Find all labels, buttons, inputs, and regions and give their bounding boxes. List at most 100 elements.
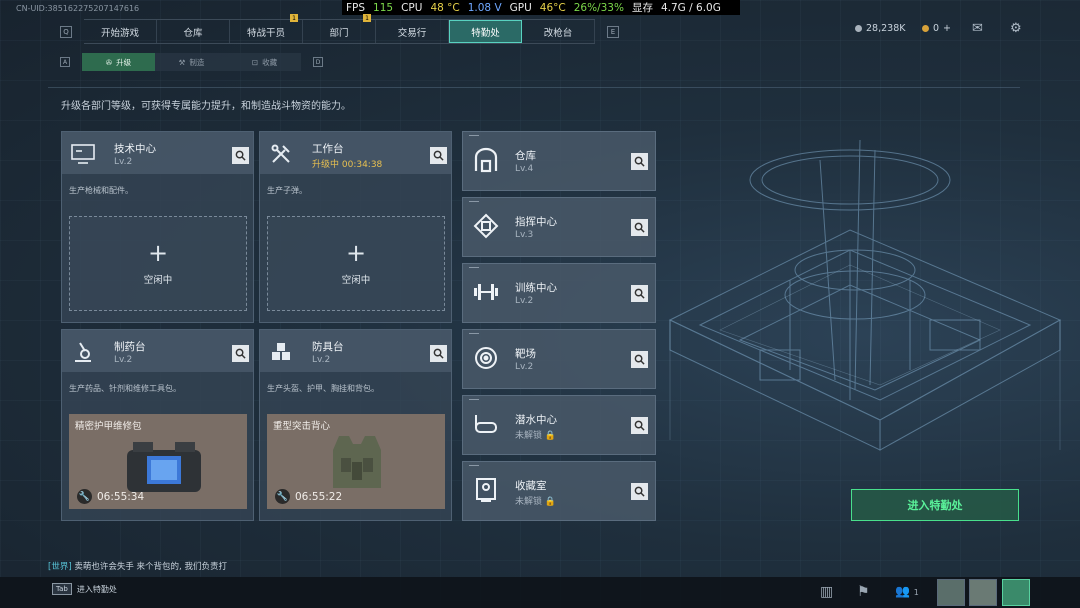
avatar[interactable] [969,579,997,606]
facility-item-collection-room[interactable]: 收藏室 未解锁 🔒 [462,461,656,521]
subnav-next-key[interactable]: D [313,57,323,67]
subtab-label: 升级 [116,57,132,67]
tab-warehouse[interactable]: 仓库 [157,20,230,43]
plus-icon: + [147,238,169,267]
enter-special-ops-button[interactable]: 进入特勤处 [851,489,1019,521]
tab-label: 改枪台 [543,27,573,39]
facility-level: Lv.3 [515,230,534,240]
subnav-prev-key[interactable]: A [60,57,70,67]
inspect-button[interactable] [631,285,648,302]
tab-departments[interactable]: 部门 1 [303,14,376,43]
inspect-button[interactable] [631,351,648,368]
tab-label: 特勤处 [471,27,500,39]
chat-message: 卖萌也许会失手 来个背包的, 我们负责打 [74,562,227,572]
inspect-button[interactable] [631,483,648,500]
facility-card-tech-center[interactable]: 技术中心 Lv.2 生产枪械和配件。 + 空闲中 [61,131,254,323]
magnifier-icon [433,348,444,359]
tab-shortcut[interactable]: Tab 进入特勤处 [52,583,117,595]
mail-icon[interactable]: ✉ [972,21,983,36]
facility-item-training-center[interactable]: 训练中心 Lv.2 [462,263,656,323]
facility-item-command-center[interactable]: 指挥中心 Lv.3 [462,197,656,257]
avatar[interactable] [1002,579,1030,606]
facility-level: Lv.2 [515,296,534,306]
inspect-button[interactable] [430,345,447,362]
facility-level: 未解锁 🔒 [515,428,556,441]
warehouse-icon [471,145,501,175]
gear-icon[interactable]: ⚙ [1010,21,1022,36]
gold-currency[interactable]: 0 + [922,23,951,34]
magnifier-icon [634,486,645,497]
card-description: 生产子弹。 [267,186,307,195]
subtab-craft[interactable]: ⚒ 制造 [155,53,228,71]
facility-title: 靶场 [515,348,536,360]
wrench-icon: ✇ [105,57,113,67]
team-button[interactable]: 👥 1 [895,584,919,598]
inspect-button[interactable] [631,219,648,236]
sub-tabs: ✇ 升级 ⚒ 制造 ⊡ 收藏 [82,53,301,71]
facility-title: 指挥中心 [515,216,557,228]
tab-label: 开始游戏 [100,27,139,39]
facility-title: 训练中心 [515,282,557,294]
subtab-upgrade[interactable]: ✇ 升级 [82,53,155,71]
nav-prev-key[interactable]: Q [60,25,72,38]
building-illustration [668,139,1062,451]
subtab-label: 收藏 [262,57,278,67]
production-slot-empty[interactable]: + 空闲中 [69,216,247,311]
facility-item-shooting-range[interactable]: 靶场 Lv.2 [462,329,656,389]
user-id: CN-UID:385162275207147616 [16,4,140,13]
facility-item-diving-center[interactable]: 潜水中心 未解锁 🔒 [462,395,656,455]
tab-label: 仓库 [183,27,203,39]
production-slot-empty[interactable]: + 空闲中 [267,216,445,311]
tab-operators[interactable]: 特战干员 1 [230,14,303,43]
production-slot-active[interactable]: 重型突击背心 🔧 06:55:22 [267,414,445,509]
tab-trade[interactable]: 交易行 [376,20,449,43]
stats-icon[interactable]: ▥ [820,584,833,600]
card-description: 生产药品、针剂和维修工具包。 [69,384,181,393]
chat-line[interactable]: [世界] 卖萌也许会失手 来个背包的, 我们负责打 [48,560,227,572]
divider [48,87,1020,88]
facility-card-armor-bench[interactable]: 防具台 Lv.2 生产头盔、护甲、胸挂和背包。 重型突击背心 🔧 06:55:2… [259,329,452,521]
flag-icon[interactable]: ⚑ [857,584,870,600]
fps-value: 115 [373,1,394,14]
item-name: 重型突击背心 [273,421,331,432]
top-navigation: Q 开始游戏 仓库 特战干员 1 部门 1 交易行 特勤处 改枪台 E [48,14,631,44]
facility-item-warehouse[interactable]: 仓库 Lv.4 [462,131,656,191]
facility-title: 潜水中心 [515,414,557,426]
top-tabs: 开始游戏 仓库 特战干员 1 部门 1 交易行 特勤处 改枪台 [84,14,595,44]
gold-add-button[interactable]: + [943,23,951,34]
team-icon: 👥 [895,584,910,598]
avatar[interactable] [937,579,965,606]
goggles-icon [471,409,501,439]
subtab-label: 制造 [189,57,205,67]
facility-card-pharmacy[interactable]: 制药台 Lv.2 生产药品、针剂和维修工具包。 精密护甲维修包 🔧 06:55:… [61,329,254,521]
card-level: Lv.2 [114,355,133,365]
lock-status: 未解锁 [515,431,543,441]
display-case-icon [471,475,501,505]
mem-value: 4.7G / 6.0G [660,1,721,14]
tab-special-ops[interactable]: 特勤处 [449,20,522,43]
plus-icon: + [345,238,367,267]
tab-gunsmith[interactable]: 改枪台 [522,20,595,43]
dumbbell-icon [471,277,501,307]
tab-start-game[interactable]: 开始游戏 [84,20,157,43]
facility-title: 仓库 [515,150,536,162]
tab-shortcut-label: 进入特勤处 [76,584,117,594]
gold-amount: 0 [933,23,940,34]
cpu-temp: 48 °C [430,1,460,14]
inspect-button[interactable] [232,345,249,362]
slot-status: 空闲中 [143,274,173,286]
inspect-button[interactable] [631,153,648,170]
magnifier-icon [235,348,246,359]
production-slot-active[interactable]: 精密护甲维修包 🔧 06:55:34 [69,414,247,509]
voltage: 1.08 V [467,1,502,14]
inspect-button[interactable] [232,147,249,164]
craft-icon: ⚒ [178,57,186,67]
magnifier-icon [634,156,645,167]
nav-next-key[interactable]: E [607,25,619,38]
subtab-collection[interactable]: ⊡ 收藏 [228,53,301,71]
inspect-button[interactable] [430,147,447,164]
facility-level: Lv.2 [515,362,534,372]
inspect-button[interactable] [631,417,648,434]
facility-card-workbench[interactable]: 工作台 升级中 00:34:38 生产子弹。 + 空闲中 [259,131,452,323]
magnifier-icon [235,150,246,161]
